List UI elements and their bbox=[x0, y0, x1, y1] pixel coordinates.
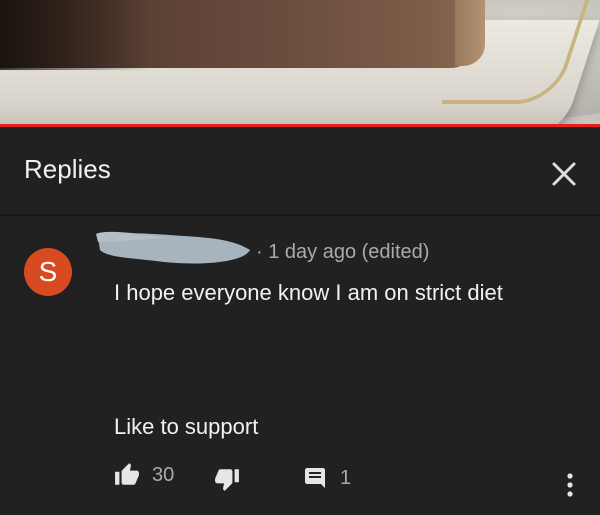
thumbs-up-icon bbox=[115, 463, 139, 485]
redacted-username bbox=[96, 231, 250, 264]
comment-icon bbox=[305, 468, 325, 488]
close-icon bbox=[552, 162, 576, 186]
like-button[interactable]: 30 bbox=[114, 462, 174, 488]
video-frame[interactable] bbox=[0, 0, 600, 126]
avatar[interactable]: S bbox=[24, 248, 72, 296]
close-button[interactable] bbox=[548, 158, 580, 190]
reply-count: 1 bbox=[340, 466, 352, 489]
like-count: 30 bbox=[152, 463, 175, 486]
reply-button[interactable]: 1 bbox=[304, 466, 351, 490]
dislike-button[interactable] bbox=[214, 466, 240, 492]
header-divider bbox=[0, 214, 600, 216]
thumbs-down-icon bbox=[215, 469, 239, 491]
video-cake-crust bbox=[455, 0, 485, 66]
panel-title: Replies bbox=[24, 154, 111, 184]
more-vertical-icon bbox=[567, 473, 573, 497]
video-shadow bbox=[0, 0, 150, 70]
comment-timestamp: · 1 day ago (edited) bbox=[256, 241, 430, 263]
more-options-button[interactable] bbox=[560, 470, 580, 500]
comment-text: I hope everyone know I am on strict diet bbox=[114, 280, 503, 305]
comment-text-continued: Like to support bbox=[114, 414, 259, 439]
